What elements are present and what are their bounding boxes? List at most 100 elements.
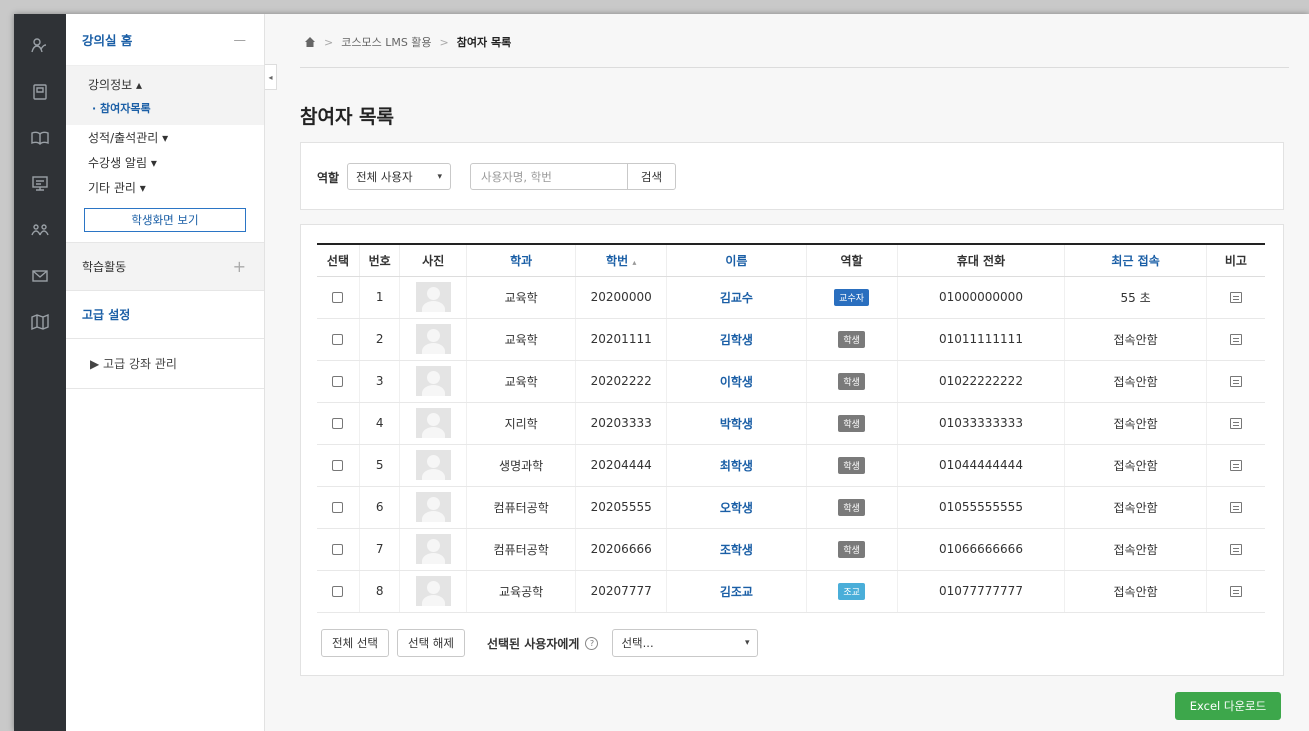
table-row: 5 생명과학 20204444 최학생 학생 01044444444 접속안함 (317, 444, 1265, 487)
row-checkbox[interactable] (332, 376, 344, 387)
row-name[interactable]: 오학생 (666, 486, 807, 529)
select-all-button[interactable]: 전체 선택 (321, 629, 389, 657)
row-select (317, 402, 360, 445)
sidebar-item-learning[interactable]: 학습활동 + (66, 243, 264, 291)
table-body: 1 교육학 20200000 김교수 교수자 01000000000 55 초 2 교육학 202… (317, 276, 1265, 613)
row-phone: 01033333333 (897, 402, 1066, 445)
row-student-id: 20202222 (575, 360, 668, 403)
memo-icon[interactable] (1229, 418, 1242, 429)
plus-icon[interactable]: + (233, 257, 246, 276)
row-checkbox[interactable] (332, 292, 344, 303)
sidebar-item-participants[interactable]: · 참여자목록 (66, 97, 264, 121)
student-view-button[interactable]: 학생화면 보기 (84, 208, 246, 232)
row-select (317, 360, 360, 403)
chevron-down-icon: ▾ (744, 638, 750, 648)
course-sidebar: 강의실 홈 — 강의정보 ▴ · 참여자목록 성적/출석관리 ▾ 수강생 알림 … (66, 14, 265, 731)
row-name[interactable]: 김학생 (666, 318, 807, 361)
row-name[interactable]: 김조교 (666, 570, 807, 613)
row-dept: 교육학 (466, 360, 577, 403)
row-dept: 교육공학 (466, 570, 577, 613)
row-last-access: 접속안함 (1064, 444, 1207, 487)
row-last-access: 접속안함 (1064, 318, 1207, 361)
row-checkbox[interactable] (332, 544, 344, 555)
role-badge: 학생 (838, 498, 865, 516)
search-input[interactable]: 사용자명, 학번 (470, 163, 628, 190)
col-role: 역할 (806, 244, 898, 277)
row-select (317, 570, 360, 613)
row-name[interactable]: 최학생 (666, 444, 807, 487)
avatar-icon (415, 492, 451, 522)
excel-download-button[interactable]: Excel 다운로드 (1175, 692, 1281, 720)
sidebar-item-advanced[interactable]: 고급 설정 (66, 291, 264, 339)
home-icon[interactable] (304, 36, 316, 48)
breadcrumb-course[interactable]: 코스모스 LMS 활용 (341, 34, 431, 50)
memo-icon[interactable] (1229, 502, 1242, 513)
row-name[interactable]: 조학생 (666, 528, 807, 571)
row-select (317, 318, 360, 361)
row-checkbox[interactable] (332, 418, 344, 429)
memo-icon[interactable] (1229, 292, 1242, 303)
row-checkbox[interactable] (332, 502, 344, 513)
row-role: 학생 (806, 486, 898, 529)
row-name[interactable]: 이학생 (666, 360, 807, 403)
chevron-down-icon: ▾ (437, 171, 442, 182)
tablet-icon[interactable] (14, 72, 66, 112)
sidebar-item-advanced-course[interactable]: ▶ 고급 강좌 관리 (66, 339, 264, 389)
col-last-access[interactable]: 최근 접속 (1064, 244, 1207, 277)
row-phone: 01011111111 (897, 318, 1066, 361)
row-checkbox[interactable] (332, 460, 344, 471)
help-icon[interactable]: ? (585, 636, 599, 650)
breadcrumb-separator: > (439, 35, 449, 49)
row-checkbox[interactable] (332, 334, 344, 345)
book-open-icon[interactable] (14, 118, 66, 158)
memo-icon[interactable] (1229, 544, 1242, 555)
map-icon[interactable] (14, 302, 66, 342)
sidebar-item-course-info[interactable]: 강의정보 ▴ (66, 72, 264, 97)
memo-icon[interactable] (1229, 460, 1242, 471)
memo-icon[interactable] (1229, 376, 1242, 387)
sidebar-item-grades[interactable]: 성적/출석관리 ▾ (66, 125, 264, 150)
col-student-id[interactable]: 학번 ▴ (575, 244, 668, 277)
row-number: 5 (359, 444, 401, 487)
row-last-access: 접속안함 (1064, 528, 1207, 571)
course-home-link[interactable]: 강의실 홈 — (66, 14, 264, 66)
row-photo (399, 486, 468, 529)
memo-icon[interactable] (1229, 586, 1242, 597)
row-checkbox[interactable] (332, 586, 344, 597)
row-student-id: 20206666 (575, 528, 668, 571)
row-student-id: 20204444 (575, 444, 668, 487)
presentation-icon[interactable] (14, 164, 66, 204)
memo-icon[interactable] (1229, 334, 1242, 345)
group-icon[interactable] (14, 210, 66, 250)
icon-rail (14, 14, 66, 731)
col-name[interactable]: 이름 (666, 244, 807, 277)
row-note (1206, 444, 1265, 487)
mail-icon[interactable] (14, 256, 66, 296)
sidebar-item-notify[interactable]: 수강생 알림 ▾ (66, 150, 264, 175)
row-photo (399, 318, 468, 361)
sidebar-item-misc[interactable]: 기타 관리 ▾ (66, 175, 264, 200)
row-name[interactable]: 김교수 (666, 276, 807, 319)
collapse-toggle[interactable]: — (234, 32, 247, 47)
row-note (1206, 360, 1265, 403)
row-student-id: 20205555 (575, 486, 668, 529)
row-phone: 01055555555 (897, 486, 1066, 529)
action-select[interactable]: 선택... ▾ (612, 629, 759, 657)
row-name[interactable]: 박학생 (666, 402, 807, 445)
sort-asc-icon: ▴ (632, 257, 637, 267)
row-photo (399, 444, 468, 487)
col-dept[interactable]: 학과 (466, 244, 577, 277)
page-title: 참여자 목록 (300, 106, 395, 128)
row-note (1206, 318, 1265, 361)
deselect-button[interactable]: 선택 해제 (396, 629, 465, 657)
row-number: 3 (359, 360, 401, 403)
row-student-id: 20203333 (575, 402, 668, 445)
role-badge: 학생 (838, 540, 865, 558)
search-button[interactable]: 검색 (627, 163, 676, 190)
row-role: 조교 (806, 570, 898, 613)
users-icon[interactable] (14, 26, 66, 66)
col-note: 비고 (1206, 244, 1265, 277)
role-select[interactable]: 전체 사용자 ▾ (347, 163, 451, 190)
row-select (317, 276, 360, 319)
row-number: 8 (359, 570, 401, 613)
